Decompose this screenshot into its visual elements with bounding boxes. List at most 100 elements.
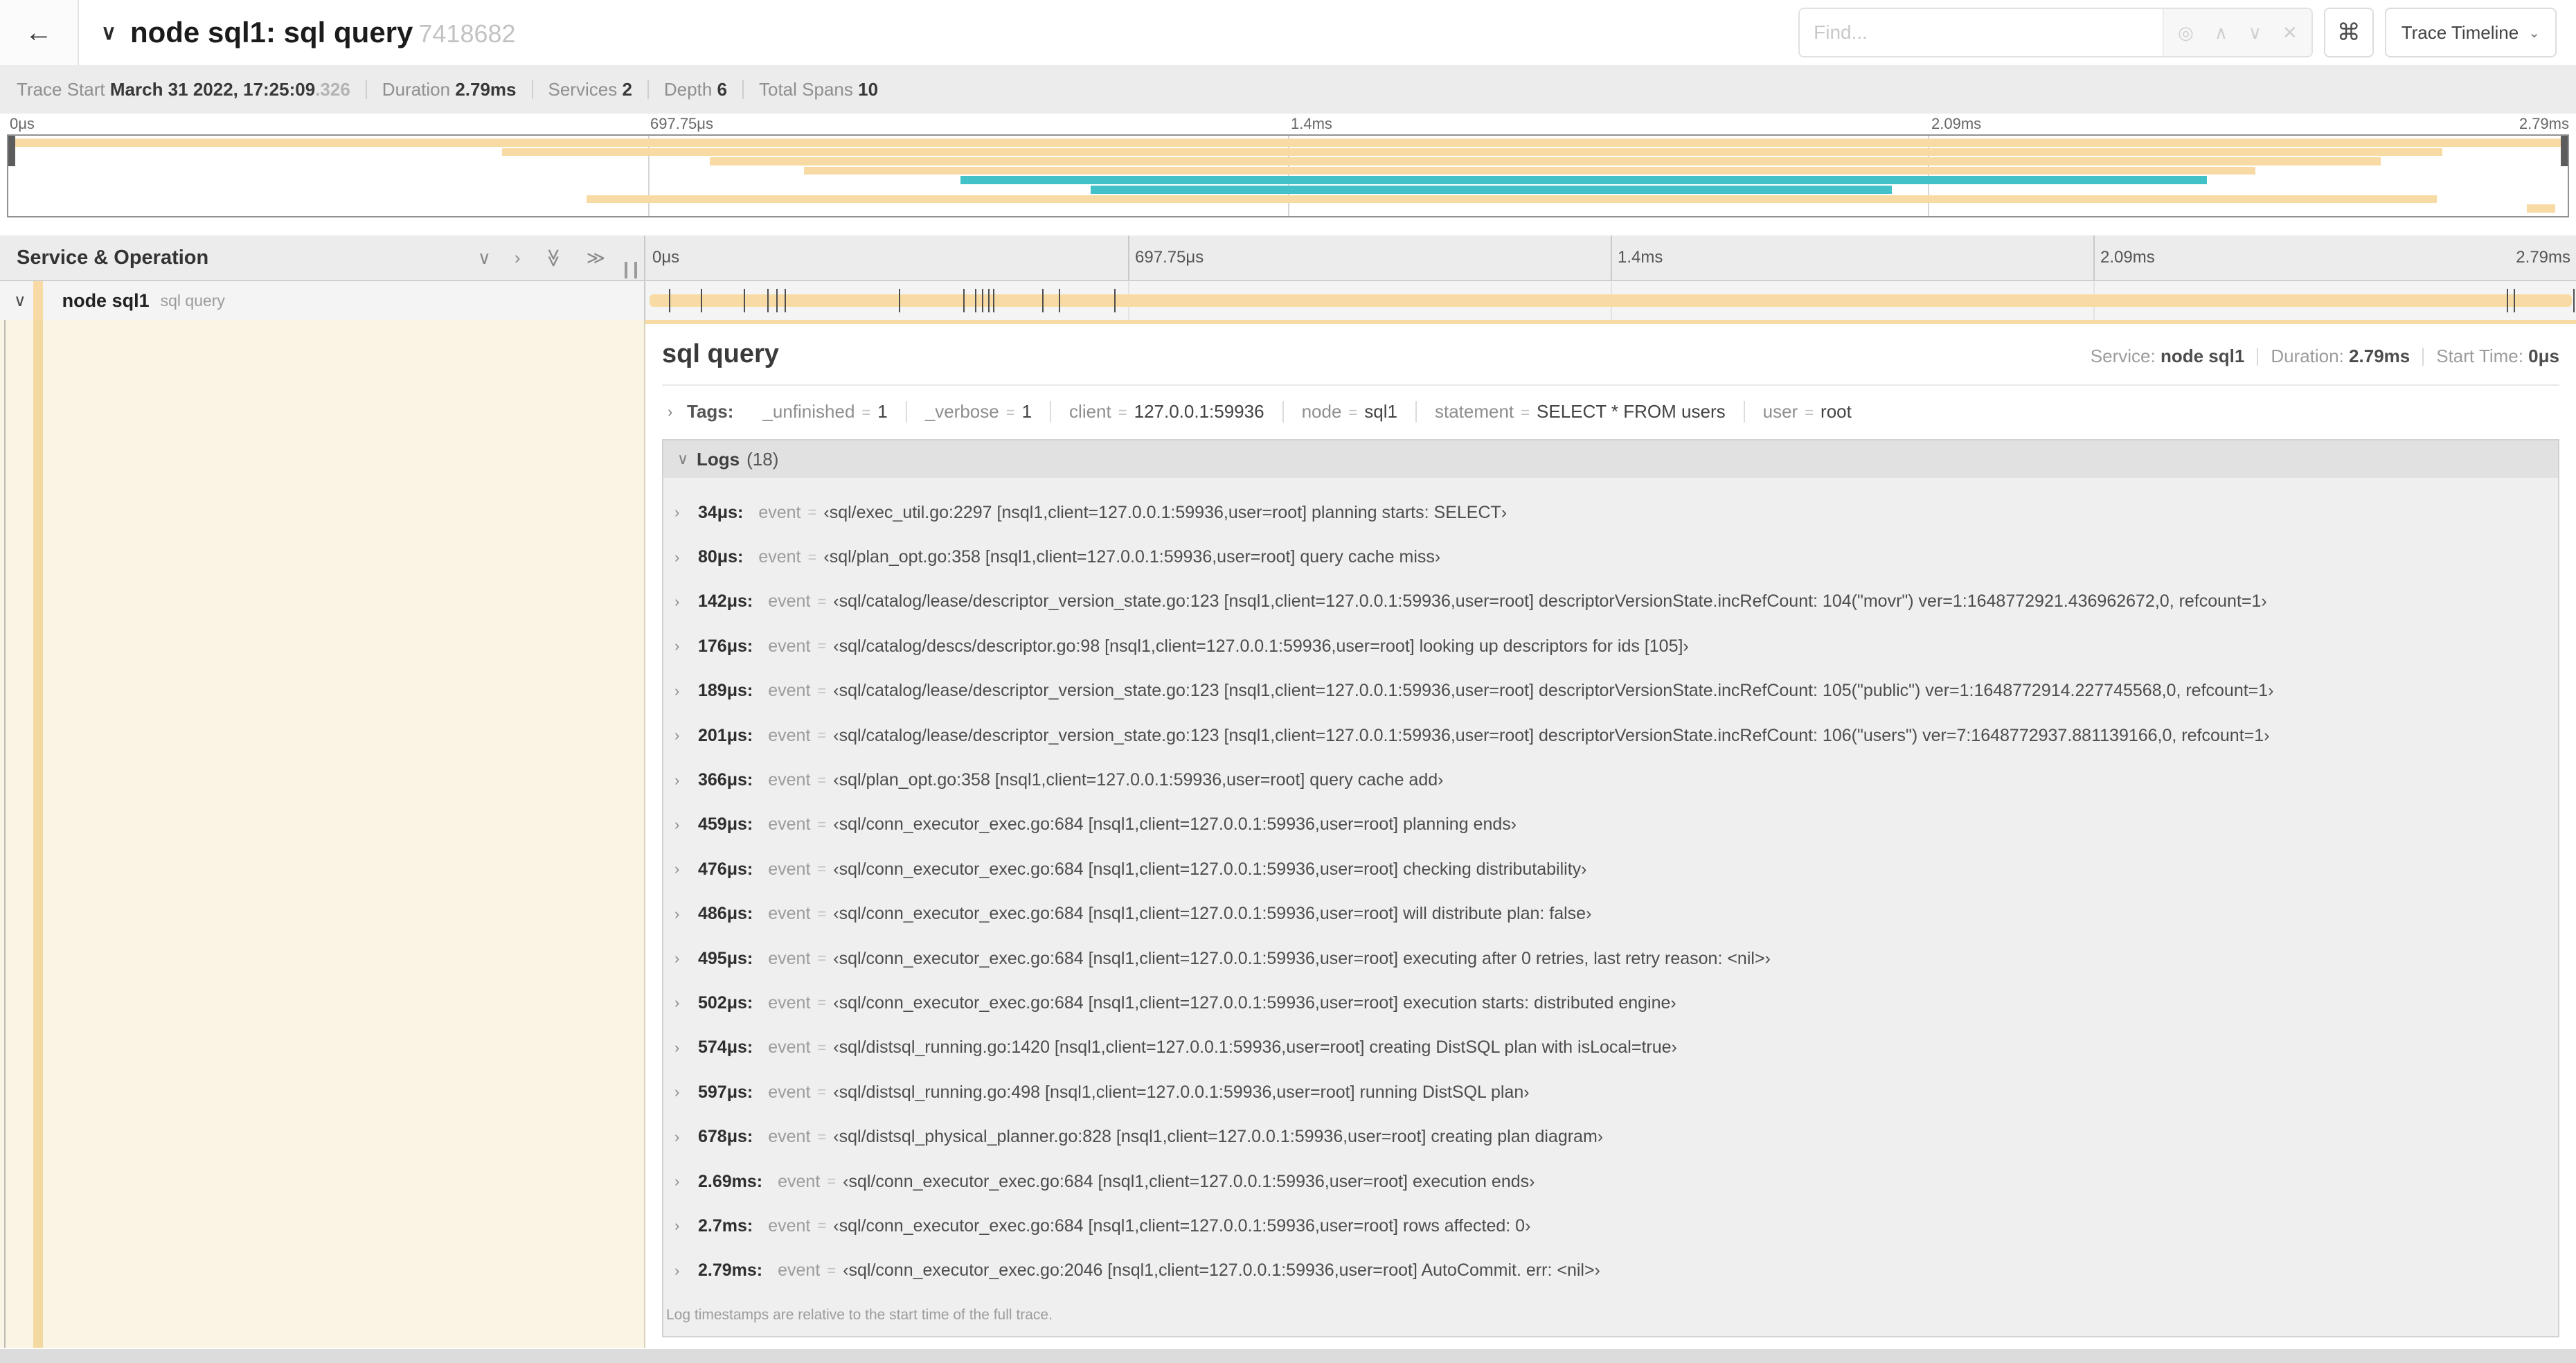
log-field-key: event: [768, 1215, 811, 1236]
log-entry-row[interactable]: › 678μs: event = ‹sql/distsql_physical_p…: [674, 1114, 2550, 1159]
log-marker-tick[interactable]: [784, 289, 786, 312]
column-resize-handle[interactable]: [625, 262, 637, 278]
span-color-strip: [33, 320, 43, 1348]
expand-all-icon[interactable]: ≫: [587, 247, 605, 269]
log-marker-tick[interactable]: [2513, 289, 2515, 312]
log-marker-tick[interactable]: [2573, 289, 2575, 312]
log-field-value: ‹sql/conn_executor_exec.go:684 [nsql1,cl…: [833, 859, 1587, 879]
chevron-right-icon: ›: [674, 592, 680, 610]
tag-item: user = root: [1762, 401, 1852, 422]
services-stat: Services 2: [548, 78, 632, 100]
minimap-tick-label: 1.4ms: [1291, 115, 1332, 132]
minimap-tick-label: 2.09ms: [1931, 115, 1982, 132]
log-marker-tick[interactable]: [992, 289, 994, 312]
expand-one-icon[interactable]: ›: [515, 247, 521, 269]
divider: [365, 80, 367, 99]
view-selector-button[interactable]: Trace Timeline ⌄: [2384, 8, 2557, 57]
log-marker-tick[interactable]: [974, 289, 976, 312]
log-marker-tick[interactable]: [776, 289, 778, 312]
log-marker-tick[interactable]: [743, 289, 745, 312]
log-marker-tick[interactable]: [981, 289, 983, 312]
trace-collapse-icon[interactable]: ∨: [101, 21, 116, 45]
log-entry-row[interactable]: › 574μs: event = ‹sql/distsql_running.go…: [674, 1026, 2550, 1070]
log-timestamp: 574μs:: [698, 1037, 753, 1058]
tag-item: _unfinished = 1: [744, 401, 907, 422]
log-entry-row[interactable]: › 486μs: event = ‹sql/conn_executor_exec…: [674, 892, 2550, 936]
chevron-down-icon: ∨: [677, 450, 689, 467]
minimap-left-handle[interactable]: [8, 136, 15, 166]
minimap-tick-label: 2.79ms: [2519, 115, 2569, 132]
log-field-value: ‹sql/distsql_physical_planner.go:828 [ns…: [833, 1127, 1604, 1147]
tags-toggle-row[interactable]: › Tags: _unfinished = 1 _verbose = 1 client =…: [662, 401, 2559, 422]
keyboard-shortcuts-button[interactable]: ⌘: [2323, 8, 2374, 57]
log-field-key: event: [768, 1037, 811, 1058]
log-timestamp: 502μs:: [698, 992, 753, 1013]
next-match-icon[interactable]: ∨: [2248, 22, 2262, 44]
minimap-canvas[interactable]: [7, 134, 2569, 217]
log-field-value: ‹sql/conn_executor_exec.go:684 [nsql1,cl…: [833, 904, 1592, 924]
log-marker-tick[interactable]: [898, 289, 900, 312]
log-entry-row[interactable]: › 495μs: event = ‹sql/conn_executor_exec…: [674, 936, 2550, 981]
ruler-tick-label: 2.79ms: [2516, 248, 2570, 267]
ruler-grid-line: [1611, 235, 1612, 280]
log-entry-row[interactable]: › 2.7ms: event = ‹sql/conn_executor_exec…: [674, 1204, 2550, 1248]
log-timestamp: 142μs:: [698, 591, 753, 612]
log-field-key: event: [778, 1260, 821, 1281]
back-arrow-icon[interactable]: ←: [25, 17, 53, 48]
log-marker-tick[interactable]: [669, 289, 670, 312]
chevron-right-icon: ›: [674, 548, 680, 566]
log-entry-row[interactable]: › 502μs: event = ‹sql/conn_executor_exec…: [674, 981, 2550, 1025]
log-entry-row[interactable]: › 142μs: event = ‹sql/catalog/lease/desc…: [674, 580, 2550, 624]
log-field-key: event: [768, 904, 811, 924]
log-entry-row[interactable]: › 201μs: event = ‹sql/catalog/lease/desc…: [674, 713, 2550, 758]
log-entry-row[interactable]: › 34μs: event = ‹sql/exec_util.go:2297 […: [674, 490, 2550, 535]
log-timestamp: 2.7ms:: [698, 1215, 753, 1236]
prev-match-icon[interactable]: ∧: [2215, 22, 2228, 44]
service-operation-header: Service & Operation ∨ › ≫ ≫: [0, 235, 645, 280]
log-marker-tick[interactable]: [1114, 289, 1116, 312]
log-entry-row[interactable]: › 366μs: event = ‹sql/plan_opt.go:358 [n…: [674, 758, 2550, 802]
log-field-key: event: [758, 502, 801, 522]
log-marker-tick[interactable]: [701, 289, 702, 312]
log-marker-tick[interactable]: [987, 289, 990, 312]
log-timestamp: 2.79ms:: [698, 1260, 763, 1281]
ruler-tick-label: 0μs: [652, 248, 680, 267]
span-row[interactable]: ∨ node sql1 sql query: [0, 281, 2576, 320]
log-marker-tick[interactable]: [1058, 289, 1060, 312]
minimap-span-bar: [502, 148, 2442, 157]
chevron-right-icon: ›: [668, 402, 673, 420]
log-marker-tick[interactable]: [963, 289, 965, 312]
log-field-value: ‹sql/plan_opt.go:358 [nsql1,client=127.0…: [833, 770, 1444, 790]
tag-item: client = 127.0.0.1:59936: [1051, 401, 1284, 422]
log-entry-row[interactable]: › 2.69ms: event = ‹sql/conn_executor_exe…: [674, 1159, 2550, 1204]
minimap-right-handle[interactable]: [2561, 136, 2568, 166]
log-entry-row[interactable]: › 476μs: event = ‹sql/conn_executor_exec…: [674, 847, 2550, 891]
log-entry-row[interactable]: › 459μs: event = ‹sql/conn_executor_exec…: [674, 803, 2550, 847]
divider: [742, 80, 744, 99]
log-entry-row[interactable]: › 2.79ms: event = ‹sql/conn_executor_exe…: [674, 1249, 2550, 1293]
collapse-one-icon[interactable]: ∨: [478, 247, 491, 269]
log-marker-tick[interactable]: [2507, 289, 2509, 312]
logs-toggle-header[interactable]: ∨ Logs (18): [663, 440, 2558, 478]
log-timestamp: 476μs:: [698, 859, 753, 879]
span-collapse-icon[interactable]: ∨: [14, 291, 26, 311]
collapse-all-icon[interactable]: ≫: [543, 248, 564, 267]
chevron-right-icon: ›: [674, 682, 680, 700]
span-bar-area[interactable]: [645, 281, 2576, 320]
log-marker-tick[interactable]: [1042, 289, 1044, 312]
span-duration-bar[interactable]: [649, 294, 2573, 307]
log-entry-row[interactable]: › 176μs: event = ‹sql/catalog/descs/desc…: [674, 624, 2550, 668]
clear-search-icon[interactable]: ✕: [2282, 22, 2298, 44]
back-button[interactable]: ←: [0, 0, 79, 65]
log-field-key: event: [768, 770, 811, 790]
log-entry-row[interactable]: › 80μs: event = ‹sql/plan_opt.go:358 [ns…: [674, 535, 2550, 579]
log-entry-row[interactable]: › 189μs: event = ‹sql/catalog/lease/desc…: [674, 669, 2550, 713]
collapse-controls: ∨ › ≫ ≫: [478, 235, 605, 280]
detail-meta: Service: node sql1 Duration: 2.79ms Star…: [2090, 346, 2559, 366]
span-operation-name: sql query: [160, 291, 225, 310]
find-input[interactable]: [1800, 9, 2163, 56]
log-field-value: ‹sql/catalog/lease/descriptor_version_st…: [833, 591, 2267, 612]
log-entry-row[interactable]: › 597μs: event = ‹sql/distsql_running.go…: [674, 1070, 2550, 1114]
log-marker-tick[interactable]: [767, 289, 769, 312]
focus-match-icon[interactable]: ◎: [2178, 22, 2194, 44]
